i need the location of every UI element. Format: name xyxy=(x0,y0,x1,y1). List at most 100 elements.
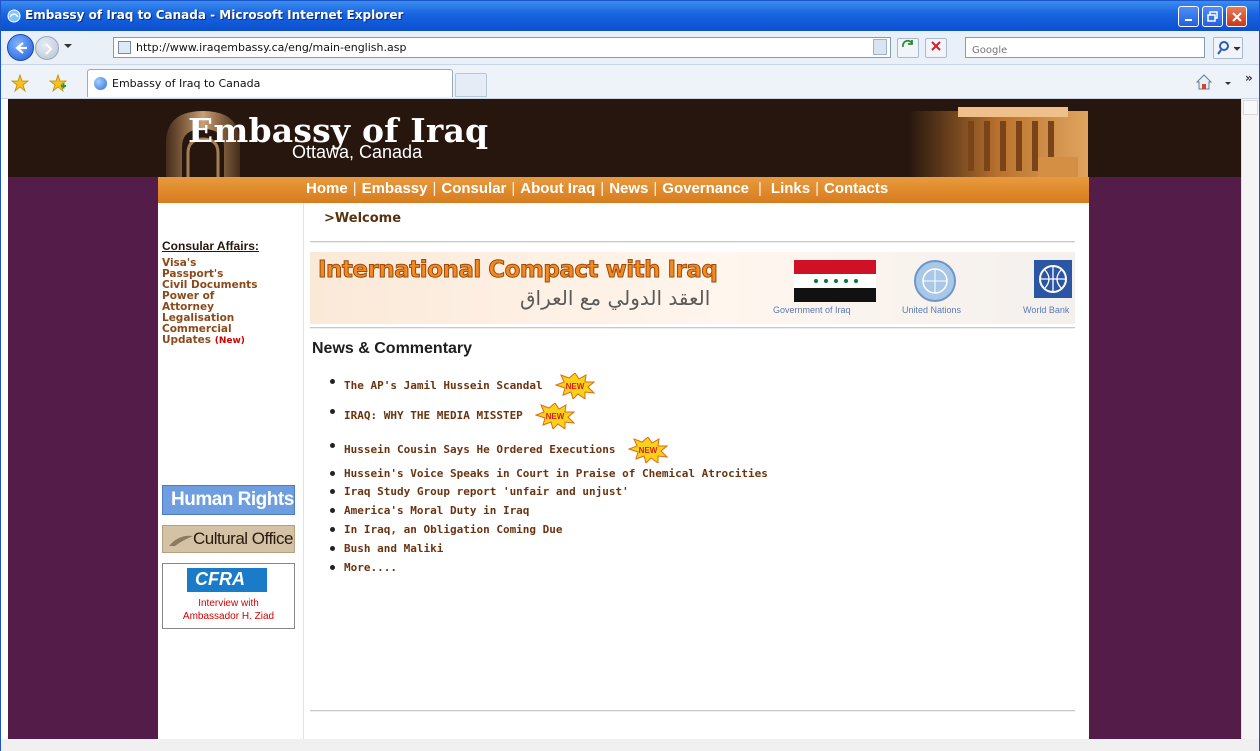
address-toolbar: http://www.iraqembassy.ca/eng/main-engli… xyxy=(1,31,1259,65)
title-bar: Embassy of Iraq to Canada - Microsoft In… xyxy=(1,1,1259,31)
news-item[interactable]: America's Moral Duty in Iraq xyxy=(330,502,768,521)
forward-button[interactable] xyxy=(35,36,59,60)
consular-affairs-heading: Consular Affairs: xyxy=(162,239,259,253)
iraq-flag-icon xyxy=(794,260,876,302)
nav-separator: | xyxy=(600,180,605,197)
news-item-text[interactable]: More.... xyxy=(344,561,397,574)
close-icon xyxy=(1232,12,1242,22)
vertical-scrollbar[interactable] xyxy=(1241,99,1259,739)
news-item-text[interactable]: Iraq Study Group report 'unfair and unju… xyxy=(344,485,629,498)
scroll-up-button[interactable] xyxy=(1243,100,1258,115)
nav-home[interactable]: Home xyxy=(306,180,348,197)
nav-news[interactable]: News xyxy=(609,180,648,197)
add-favorite-icon[interactable] xyxy=(49,74,67,92)
site-subtitle: Ottawa, Canada xyxy=(292,142,423,162)
gov-iraq-label: Government of Iraq xyxy=(773,305,851,315)
link-updates[interactable]: Updates xyxy=(162,334,211,346)
un-emblem-icon xyxy=(914,260,956,302)
search-input[interactable] xyxy=(966,41,1204,60)
news-item-text[interactable]: Hussein Cousin Says He Ordered Execution… xyxy=(344,443,616,456)
cfra-logo-text: CFRA xyxy=(195,569,245,589)
news-item[interactable]: More.... xyxy=(330,559,768,578)
nav-governance[interactable]: Governance xyxy=(662,180,749,197)
news-item[interactable]: Bush and Maliki xyxy=(330,540,768,559)
nav-separator: | xyxy=(815,180,820,197)
compact-arabic-text: العقد الدولي مع العراق xyxy=(520,286,711,310)
world-bank-label: World Bank xyxy=(1023,305,1070,315)
page-icon xyxy=(118,41,131,54)
news-item[interactable]: Hussein Cousin Says He Ordered Execution… xyxy=(330,437,768,465)
cfra-interview-banner[interactable]: CFRA Interview with Ambassador H. Ziad xyxy=(162,563,295,629)
news-item[interactable]: In Iraq, an Obligation Coming Due xyxy=(330,521,768,540)
forward-arrow-icon xyxy=(45,43,53,55)
search-icon xyxy=(1217,41,1241,55)
tab-embassy[interactable]: Embassy of Iraq to Canada xyxy=(87,69,453,97)
tab-bar: Embassy of Iraq to Canada » xyxy=(1,65,1259,99)
page-content: Consular Affairs: Visa's Passport's Civi… xyxy=(158,203,1089,739)
news-item-text[interactable]: IRAQ: WHY THE MEDIA MISSTEP xyxy=(344,409,523,422)
link-updates-row[interactable]: Updates (New) xyxy=(162,335,257,347)
un-label: United Nations xyxy=(902,305,962,315)
news-item[interactable]: Iraq Study Group report 'unfair and unju… xyxy=(330,483,768,502)
main-column: >Welcome International Compact with Iraq… xyxy=(310,203,1080,739)
cfra-line-2: Ambassador H. Ziad xyxy=(182,611,275,622)
new-burst-icon: NEW xyxy=(555,373,596,399)
nav-about-iraq[interactable]: About Iraq xyxy=(520,180,595,197)
tab-label: Embassy of Iraq to Canada xyxy=(112,77,261,90)
nav-embassy[interactable]: Embassy xyxy=(362,180,428,197)
news-item[interactable]: Hussein's Voice Speaks in Court in Prais… xyxy=(330,465,768,483)
cfra-line-1: Interview with xyxy=(198,598,259,609)
world-bank-logo-icon xyxy=(1034,260,1072,298)
restore-icon xyxy=(1207,11,1218,22)
nav-separator: | xyxy=(511,180,516,197)
site-header: Embassy of Iraq Ottawa, Canada xyxy=(8,99,1241,213)
stop-button[interactable] xyxy=(925,38,947,58)
url-dropdown-button[interactable] xyxy=(873,39,887,55)
stop-icon xyxy=(931,41,941,51)
nav-consular[interactable]: Consular xyxy=(441,180,506,197)
window-title: Embassy of Iraq to Canada - Microsoft In… xyxy=(25,8,404,22)
news-item-text[interactable]: Bush and Maliki xyxy=(344,542,443,555)
refresh-icon xyxy=(901,39,913,48)
human-rights-banner[interactable]: Human Rights xyxy=(162,485,295,515)
refresh-button[interactable] xyxy=(897,38,919,58)
home-dropdown-icon[interactable] xyxy=(1225,82,1231,85)
divider xyxy=(310,327,1075,329)
url-field[interactable]: http://www.iraqembassy.ca/eng/main-engli… xyxy=(113,37,891,58)
search-button[interactable] xyxy=(1213,37,1243,59)
close-button[interactable] xyxy=(1226,6,1247,27)
home-icon[interactable] xyxy=(1195,73,1213,91)
more-tools-icon[interactable]: » xyxy=(1245,71,1253,85)
new-tag: (New) xyxy=(214,336,245,346)
news-heading: News & Commentary xyxy=(312,340,473,357)
restore-button[interactable] xyxy=(1202,6,1223,27)
minimize-button[interactable] xyxy=(1178,6,1199,27)
nav-contacts[interactable]: Contacts xyxy=(824,180,888,197)
back-button[interactable] xyxy=(7,34,34,61)
news-item-text[interactable]: Hussein's Voice Speaks in Court in Prais… xyxy=(344,467,768,480)
favorites-star-icon[interactable] xyxy=(11,74,29,92)
main-nav: Home | Embassy | Consular | About Iraq | News | Go… xyxy=(158,177,1089,203)
nav-separator: | xyxy=(758,180,762,197)
building-image xyxy=(908,107,1088,177)
human-rights-label: Human Rights xyxy=(171,489,294,510)
international-compact-banner[interactable]: International Compact with Iraq العقد ال… xyxy=(310,252,1075,324)
new-burst-icon: NEW xyxy=(535,403,576,429)
page-viewport: Embassy of Iraq Ottawa, Canada Home | Emba… xyxy=(8,99,1241,739)
left-sidebar: Consular Affairs: Visa's Passport's Civi… xyxy=(158,203,304,739)
new-badge-text: NEW xyxy=(639,446,658,455)
history-dropdown-icon[interactable] xyxy=(64,44,72,48)
status-frame xyxy=(1,739,1259,751)
news-item[interactable]: The AP's Jamil Hussein Scandal NEW xyxy=(330,373,768,403)
news-item-text[interactable]: America's Moral Duty in Iraq xyxy=(344,504,529,517)
nav-links[interactable]: Links xyxy=(771,180,810,197)
news-item[interactable]: IRAQ: WHY THE MEDIA MISSTEP NEW xyxy=(330,403,768,437)
news-item-text[interactable]: In Iraq, an Obligation Coming Due xyxy=(344,523,563,536)
search-field[interactable] xyxy=(965,37,1205,60)
url-text[interactable]: http://www.iraqembassy.ca/eng/main-engli… xyxy=(136,41,406,54)
cultural-office-banner[interactable]: Cultural Office xyxy=(162,525,295,553)
new-badge-text: NEW xyxy=(566,382,585,391)
news-item-text[interactable]: The AP's Jamil Hussein Scandal xyxy=(344,379,543,392)
back-arrow-icon xyxy=(15,42,27,54)
new-tab-button[interactable] xyxy=(455,73,487,97)
